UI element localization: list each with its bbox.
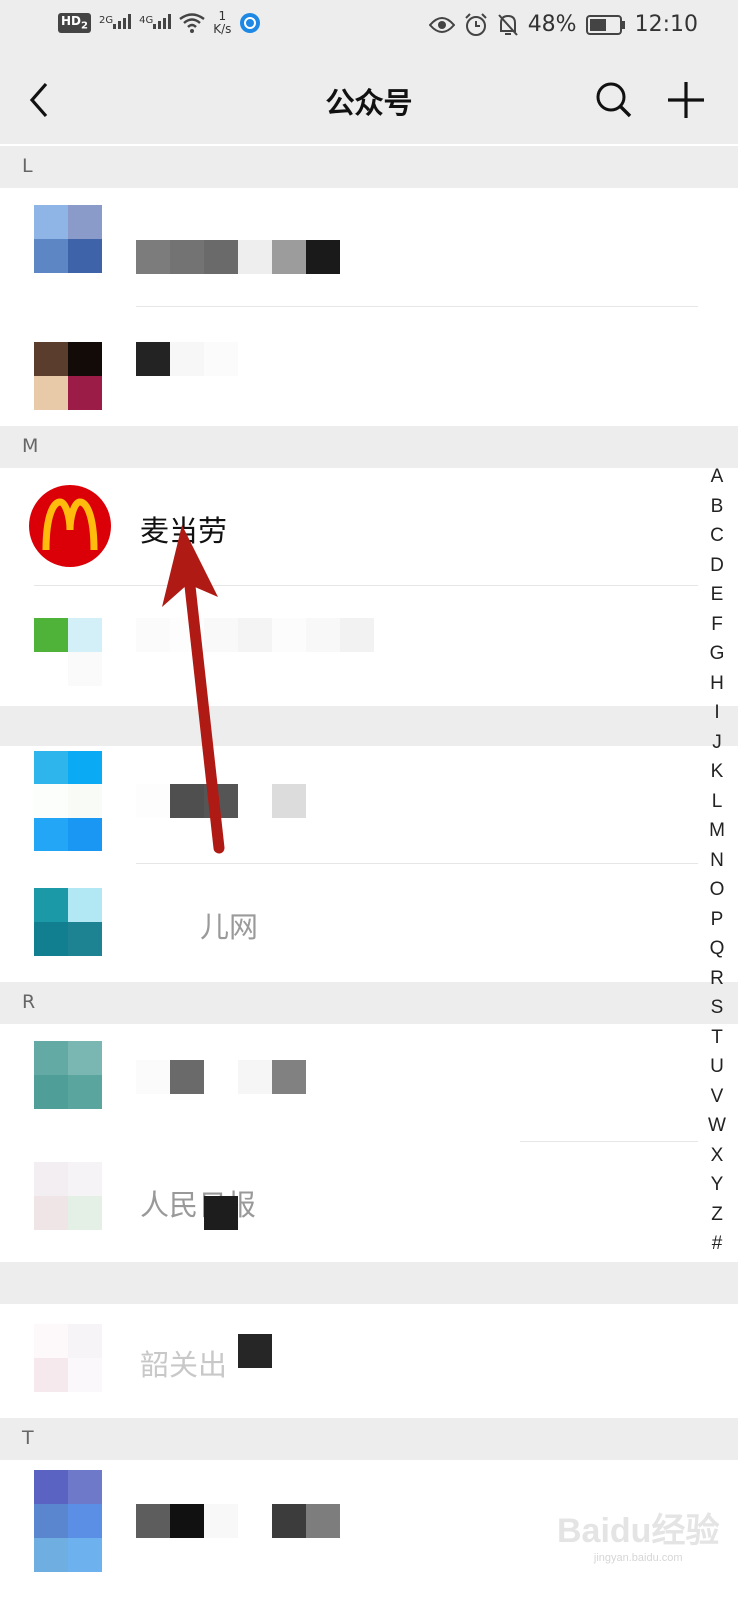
search-icon	[596, 82, 632, 118]
status-bar: HD2 2G 4G 1 K/s 48% 12:10	[0, 0, 738, 56]
index-letter-m[interactable]: M	[700, 816, 734, 846]
section-header-blurred	[0, 1262, 738, 1304]
nav-bar: 公众号	[0, 56, 738, 144]
blurred-account-name	[136, 1504, 340, 1538]
clock-time: 12:10	[634, 12, 698, 37]
index-letter-z[interactable]: Z	[700, 1200, 734, 1230]
blurred-account-name	[136, 342, 238, 376]
index-letter-o[interactable]: O	[700, 875, 734, 905]
hd-badge: HD2	[58, 13, 91, 33]
battery-icon	[585, 14, 625, 35]
index-letter-hash[interactable]: #	[700, 1229, 734, 1259]
index-letter-f[interactable]: F	[700, 610, 734, 640]
index-letter-k[interactable]: K	[700, 757, 734, 787]
divider	[136, 306, 698, 307]
index-letter-c[interactable]: C	[700, 521, 734, 551]
blur-block	[238, 1334, 272, 1368]
baidu-watermark: Baidu经验 jingyan.baidu.com	[557, 1512, 720, 1564]
index-letter-a[interactable]: A	[700, 462, 734, 492]
index-letter-g[interactable]: G	[700, 639, 734, 669]
signal-bars-icon	[113, 13, 132, 29]
index-letter-q[interactable]: Q	[700, 934, 734, 964]
index-letter-v[interactable]: V	[700, 1082, 734, 1112]
wifi-icon	[179, 13, 205, 33]
account-avatar	[34, 888, 102, 956]
alarm-icon	[464, 12, 487, 36]
account-avatar	[34, 1162, 102, 1230]
account-item[interactable]	[0, 746, 738, 864]
index-letter-w[interactable]: W	[700, 1111, 734, 1141]
account-item[interactable]: 韶关出	[0, 1304, 738, 1418]
account-item[interactable]	[0, 308, 738, 426]
account-item[interactable]	[0, 1024, 738, 1142]
account-name: 人民日报	[140, 1188, 257, 1222]
signal-bars-icon	[153, 13, 172, 29]
blur-block	[204, 1196, 238, 1230]
account-item[interactable]: 儿网	[0, 864, 738, 982]
signal-4g: 4G	[139, 13, 172, 33]
index-letter-y[interactable]: Y	[700, 1170, 734, 1200]
index-letter-s[interactable]: S	[700, 993, 734, 1023]
index-letter-e[interactable]: E	[700, 580, 734, 610]
account-avatar	[34, 205, 102, 273]
alphabet-index-bar[interactable]: A B C D E F G H I J K L M N O P Q R S T U V W X Y Z #	[700, 462, 734, 1259]
blurred-account-name	[136, 618, 374, 652]
search-button[interactable]	[592, 78, 636, 122]
index-letter-t[interactable]: T	[700, 1023, 734, 1053]
blurred-account-name	[136, 240, 340, 274]
index-letter-i[interactable]: I	[700, 698, 734, 728]
account-item-mcdonalds[interactable]: 麦当劳	[0, 468, 738, 586]
mcdonalds-logo-icon	[29, 485, 111, 567]
index-letter-b[interactable]: B	[700, 492, 734, 522]
index-letter-n[interactable]: N	[700, 846, 734, 876]
index-letter-x[interactable]: X	[700, 1141, 734, 1171]
index-letter-p[interactable]: P	[700, 905, 734, 935]
account-item[interactable]	[0, 586, 738, 706]
add-button[interactable]	[664, 78, 708, 122]
section-header-blurred	[0, 706, 738, 746]
account-item[interactable]	[0, 188, 738, 308]
section-header-m: M	[0, 426, 738, 468]
account-name: 韶关出	[140, 1348, 228, 1382]
browser-app-icon	[240, 13, 261, 33]
account-avatar	[34, 618, 102, 686]
plus-icon	[668, 82, 704, 118]
section-header-l: L	[0, 146, 738, 188]
index-letter-r[interactable]: R	[700, 964, 734, 994]
battery-percent: 48%	[527, 12, 577, 37]
index-letter-h[interactable]: H	[700, 669, 734, 699]
mute-bell-icon	[497, 13, 518, 36]
section-header-t: T	[0, 1418, 738, 1460]
index-letter-j[interactable]: J	[700, 728, 734, 758]
section-header-r: R	[0, 982, 738, 1024]
blurred-account-name	[136, 784, 306, 818]
network-speed: 1 K/s	[213, 9, 232, 36]
account-avatar	[34, 1470, 102, 1572]
account-avatar	[34, 342, 102, 410]
signal-2g: 2G	[99, 13, 132, 33]
account-avatar	[34, 1324, 102, 1392]
account-avatar	[34, 751, 102, 851]
account-name: 麦当劳	[140, 514, 228, 548]
index-letter-u[interactable]: U	[700, 1052, 734, 1082]
account-item[interactable]: 人民日报	[0, 1142, 738, 1262]
eye-icon	[428, 16, 455, 33]
account-avatar	[34, 1041, 102, 1109]
index-letter-d[interactable]: D	[700, 551, 734, 581]
index-letter-l[interactable]: L	[700, 787, 734, 817]
blurred-account-name	[136, 1060, 306, 1094]
account-name: 儿网	[200, 910, 259, 944]
